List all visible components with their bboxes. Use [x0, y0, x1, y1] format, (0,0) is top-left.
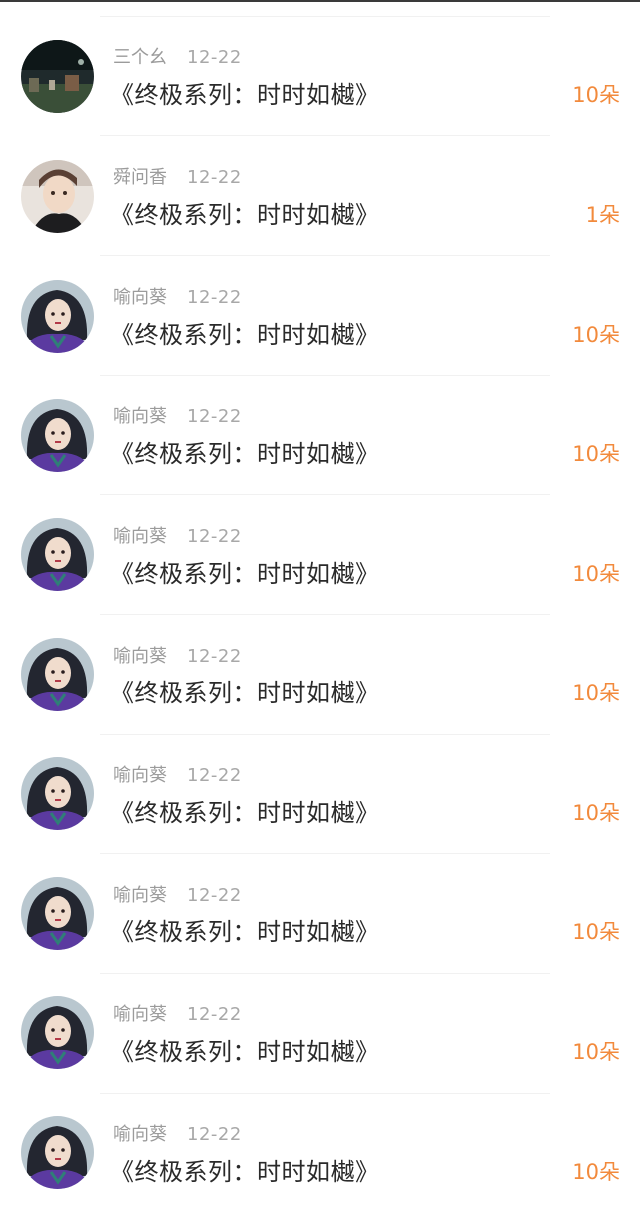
list-item[interactable]: 喻向葵 12-22 《终极系列：时时如樾》 10朵: [0, 360, 640, 480]
flower-count: 10朵: [572, 1040, 620, 1064]
flower-count: 10朵: [572, 442, 620, 466]
sender-name: 三个幺: [113, 47, 167, 68]
divider: [100, 973, 550, 974]
sender-name: 喻向葵: [113, 646, 167, 667]
avatar[interactable]: [21, 40, 94, 113]
sender-name: 喻向葵: [113, 885, 167, 906]
send-date: 12-22: [187, 885, 242, 906]
sender-name: 喻向葵: [113, 406, 167, 427]
gift-title: 《终极系列：时时如樾》: [110, 81, 380, 109]
send-date: 12-22: [187, 167, 242, 188]
divider: [100, 614, 550, 615]
sender-meta: 喻向葵 12-22: [113, 405, 242, 429]
sender-meta: 三个幺 12-22: [113, 46, 242, 70]
divider: [100, 375, 550, 376]
avatar[interactable]: [21, 160, 94, 233]
sender-name: 舜问香: [113, 167, 167, 188]
sender-name: 喻向葵: [113, 526, 167, 547]
divider: [100, 1093, 550, 1094]
flower-count: 10朵: [572, 1160, 620, 1184]
list-item[interactable]: 喻向葵 12-22 《终极系列：时时如樾》 10朵: [0, 840, 640, 960]
send-date: 12-22: [187, 1004, 242, 1025]
avatar[interactable]: [21, 996, 94, 1069]
list-item[interactable]: 喻向葵 12-22 《终极系列：时时如樾》 10朵: [0, 960, 640, 1080]
send-date: 12-22: [187, 526, 242, 547]
avatar[interactable]: [21, 280, 94, 353]
gift-title: 《终极系列：时时如樾》: [110, 799, 380, 827]
sender-name: 喻向葵: [113, 765, 167, 786]
flower-count: 10朵: [572, 801, 620, 825]
divider: [100, 255, 550, 256]
list-item[interactable]: 舜问香 12-22 《终极系列：时时如樾》 1朵: [0, 120, 640, 240]
gift-title: 《终极系列：时时如樾》: [110, 679, 380, 707]
divider: [100, 135, 550, 136]
avatar[interactable]: [21, 877, 94, 950]
gift-title: 《终极系列：时时如樾》: [110, 918, 380, 946]
avatar[interactable]: [21, 399, 94, 472]
sender-meta: 喻向葵 12-22: [113, 645, 242, 669]
list-item[interactable]: 喻向葵 12-22 《终极系列：时时如樾》 10朵: [0, 720, 640, 840]
sender-meta: 喻向葵 12-22: [113, 1003, 242, 1027]
flower-count: 10朵: [572, 323, 620, 347]
sender-meta: 喻向葵 12-22: [113, 764, 242, 788]
list-item[interactable]: 喻向葵 12-22 《终极系列：时时如樾》 10朵: [0, 480, 640, 600]
gift-title: 《终极系列：时时如樾》: [110, 321, 380, 349]
avatar[interactable]: [21, 1116, 94, 1189]
send-date: 12-22: [187, 406, 242, 427]
gift-title: 《终极系列：时时如樾》: [110, 201, 380, 229]
list-item[interactable]: 喻向葵 12-22 《终极系列：时时如樾》 10朵: [0, 1080, 640, 1200]
flower-count: 10朵: [572, 920, 620, 944]
sender-meta: 舜问香 12-22: [113, 166, 242, 190]
send-date: 12-22: [187, 1124, 242, 1145]
avatar[interactable]: [21, 757, 94, 830]
flower-count: 10朵: [572, 83, 620, 107]
gift-title: 《终极系列：时时如樾》: [110, 1038, 380, 1066]
list-item[interactable]: 喻向葵 12-22 《终极系列：时时如樾》 10朵: [0, 240, 640, 360]
list-item[interactable]: 喻向葵 12-22 《终极系列：时时如樾》 10朵: [0, 600, 640, 720]
avatar[interactable]: [21, 638, 94, 711]
send-date: 12-22: [187, 47, 242, 68]
sender-name: 喻向葵: [113, 1124, 167, 1145]
sender-meta: 喻向葵 12-22: [113, 1123, 242, 1147]
flower-count: 10朵: [572, 562, 620, 586]
gift-title: 《终极系列：时时如樾》: [110, 560, 380, 588]
divider: [100, 853, 550, 854]
avatar[interactable]: [21, 518, 94, 591]
divider: [100, 494, 550, 495]
sender-name: 喻向葵: [113, 1004, 167, 1025]
send-date: 12-22: [187, 287, 242, 308]
sender-name: 喻向葵: [113, 287, 167, 308]
gift-title: 《终极系列：时时如樾》: [110, 1158, 380, 1186]
sender-meta: 喻向葵 12-22: [113, 884, 242, 908]
divider: [100, 734, 550, 735]
flower-count: 10朵: [572, 681, 620, 705]
sender-meta: 喻向葵 12-22: [113, 525, 242, 549]
gift-title: 《终极系列：时时如樾》: [110, 440, 380, 468]
flower-count: 1朵: [585, 203, 620, 227]
list-item[interactable]: 三个幺 12-22 《终极系列：时时如樾》 10朵: [0, 0, 640, 120]
send-date: 12-22: [187, 646, 242, 667]
divider: [100, 16, 550, 17]
send-date: 12-22: [187, 765, 242, 786]
gift-record-page: 三个幺 12-22 《终极系列：时时如樾》 10朵 舜问香 12-22 《终极系…: [0, 0, 640, 1206]
sender-meta: 喻向葵 12-22: [113, 286, 242, 310]
